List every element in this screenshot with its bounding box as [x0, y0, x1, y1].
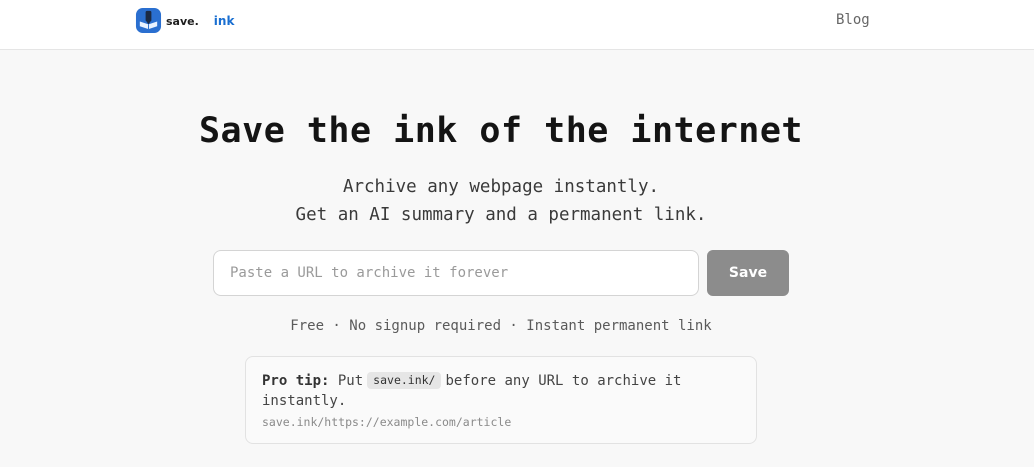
features-line: Free · No signup required · Instant perm…: [290, 318, 712, 334]
nav-blog-link[interactable]: Blog: [836, 12, 870, 28]
top-navigation-bar: save. ink Blog: [0, 0, 1034, 50]
subtitle-line-1: Archive any webpage instantly.: [342, 177, 660, 197]
url-input[interactable]: [213, 250, 699, 296]
logo-text-ink: ink: [213, 14, 235, 28]
pro-tip-code: save.ink/: [367, 372, 442, 389]
pro-tip-text: Pro tip: Put save.ink/before any URL to a…: [262, 371, 740, 411]
pro-tip-before-code: Put: [337, 373, 364, 389]
subtitle-line-2: Get an AI summary and a permanent link.: [295, 205, 707, 225]
save-ink-logo-icon: [135, 7, 162, 34]
pro-tip-box: Pro tip: Put save.ink/before any URL to a…: [245, 356, 757, 444]
logo[interactable]: save. ink: [135, 7, 234, 34]
page-title: Save the ink of the internet: [198, 111, 803, 151]
pro-tip-example: save.ink/https://example.com/article: [262, 415, 512, 429]
save-button[interactable]: Save: [707, 250, 789, 296]
pro-tip-label: Pro tip:: [262, 373, 330, 389]
logo-text-save: save.: [166, 14, 199, 28]
